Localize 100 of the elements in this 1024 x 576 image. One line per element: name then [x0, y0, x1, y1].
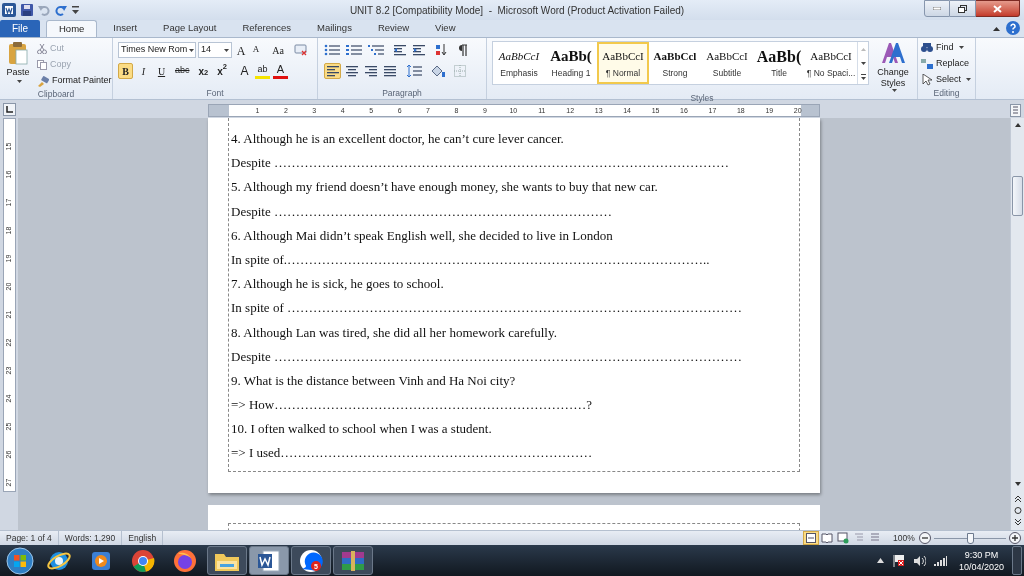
customize-caret-icon[interactable]: [72, 6, 79, 14]
numbering-icon[interactable]: [346, 44, 362, 56]
italic-button[interactable]: I: [136, 63, 151, 79]
minimize-icon: [933, 7, 941, 10]
style-preset[interactable]: AaBb( Title: [753, 42, 805, 84]
replace-button[interactable]: Replace: [921, 57, 971, 70]
ribbon-tab[interactable]: Mailings: [307, 20, 362, 37]
restore-button[interactable]: [950, 0, 976, 17]
zoom-out-icon[interactable]: [919, 532, 931, 544]
text-effects-button[interactable]: A: [237, 63, 252, 79]
font-size-field[interactable]: 14: [198, 42, 232, 58]
style-preset[interactable]: AaBbCcI ¶ Normal: [597, 42, 649, 84]
style-preset[interactable]: AaBbCcl Strong: [649, 42, 701, 84]
bullets-icon[interactable]: [324, 44, 340, 56]
collapse-ribbon-icon[interactable]: [993, 27, 1000, 31]
ribbon-tab[interactable]: Review: [367, 20, 420, 37]
redo-icon[interactable]: [55, 4, 67, 16]
align-left-button[interactable]: [324, 63, 341, 79]
bold-button[interactable]: B: [118, 63, 133, 79]
document-line: => How………………………………………………………………?: [230, 396, 593, 415]
word-logo-icon[interactable]: [2, 3, 16, 17]
zoom-slider[interactable]: [934, 532, 1006, 544]
taskbar-button[interactable]: [249, 546, 289, 575]
underline-button[interactable]: U: [154, 63, 169, 79]
style-name: Heading 1: [551, 66, 591, 80]
ribbon-tab[interactable]: Page Layout: [153, 20, 227, 37]
group-label: Clipboard: [37, 87, 75, 101]
file-tab[interactable]: File: [0, 20, 40, 37]
document-line: 4. Although he is an excellent doctor, he can’t cure lever cancer.: [230, 130, 565, 148]
find-button[interactable]: Find: [921, 41, 971, 54]
document-line: 10. I often walked to school when I was a student.: [230, 420, 493, 439]
select-button[interactable]: Select: [921, 73, 971, 86]
document-line: Despite ………………………………………………………………………………………………: [230, 347, 743, 366]
multilevel-list-icon[interactable]: [368, 44, 384, 56]
line-spacing-icon[interactable]: [406, 65, 422, 77]
tab-stop-selector[interactable]: [2, 103, 16, 116]
style-name: ¶ No Spaci...: [807, 66, 855, 80]
style-preset[interactable]: AaBb( Heading 1: [545, 42, 597, 84]
close-button[interactable]: [976, 0, 1020, 17]
style-preset[interactable]: AaBbCcI ¶ No Spaci...: [805, 42, 857, 84]
ribbon-tab[interactable]: View: [425, 20, 466, 37]
style-preview: AaBbCcI: [498, 49, 540, 65]
styles-icon: [881, 41, 905, 65]
view-button[interactable]: [803, 531, 819, 545]
zoom-level[interactable]: 100%: [893, 531, 917, 545]
superscript-button[interactable]: x$^{2}$: [214, 63, 230, 79]
ribbon-tab[interactable]: Insert: [103, 20, 148, 37]
paste-button[interactable]: Paste: [3, 41, 33, 88]
increase-indent-icon[interactable]: [413, 44, 426, 56]
signal-icon[interactable]: [933, 555, 947, 566]
volume-icon[interactable]: [912, 554, 926, 567]
ribbon-tab[interactable]: References: [232, 20, 302, 37]
highlight-button[interactable]: ab: [255, 63, 270, 79]
zoom-in-icon[interactable]: [1009, 532, 1021, 544]
change-styles-button[interactable]: Change Styles: [873, 41, 913, 92]
group-label: Paragraph: [382, 86, 422, 100]
change-case-button[interactable]: Aa: [268, 42, 288, 58]
font-name-field[interactable]: Times New Rom: [118, 42, 196, 58]
clear-formatting-icon[interactable]: [294, 44, 308, 56]
close-icon: [993, 4, 1002, 13]
shrink-font-button[interactable]: A: [250, 42, 262, 58]
save-icon[interactable]: [21, 4, 33, 16]
ribbon-tab[interactable]: Home: [46, 20, 98, 37]
view-button[interactable]: [819, 531, 835, 545]
zoom-slider-thumb[interactable]: [966, 532, 974, 544]
grow-font-button[interactable]: A: [234, 42, 248, 58]
clock-date[interactable]: 10/04/2020: [958, 560, 1004, 573]
strikethrough-button[interactable]: abc: [172, 63, 193, 79]
sort-icon[interactable]: [436, 44, 448, 56]
scroll-thumb[interactable]: [1012, 176, 1023, 216]
view-icon: [869, 532, 881, 544]
align-icon: [383, 65, 396, 77]
decrease-indent-icon[interactable]: [394, 44, 407, 56]
align-center-button[interactable]: [343, 63, 360, 79]
view-icon: [821, 532, 833, 544]
caret-icon: [958, 46, 964, 49]
subscript-button[interactable]: x$_{2}$: [195, 63, 212, 79]
document-icon: [257, 548, 281, 573]
style-preset[interactable]: AaBbCcI Subtitle: [701, 42, 753, 84]
show-hidden-icons-icon[interactable]: [876, 558, 884, 563]
style-preset[interactable]: AaBbCcI Emphasis: [493, 42, 545, 84]
font-color-button[interactable]: A: [273, 63, 288, 79]
align-icon: [345, 65, 358, 77]
tab-stop-icon: [5, 106, 13, 113]
clipboard-icon: [8, 41, 28, 65]
style-preview: AaBb(: [550, 47, 592, 67]
view-button[interactable]: [835, 531, 851, 545]
format-painter-button[interactable]: Format Painter: [37, 74, 112, 88]
shading-icon[interactable]: [430, 65, 446, 77]
start-orb-icon: [6, 546, 34, 575]
taskbar-button[interactable]: [207, 546, 247, 575]
clock-time[interactable]: 9:30 PM: [964, 548, 999, 561]
scissors-icon: [37, 44, 47, 54]
copy-icon: [37, 60, 47, 70]
action-center-icon[interactable]: [891, 554, 905, 567]
align-justify-button[interactable]: [381, 63, 398, 79]
document-line: Despite ……………………………………………………………………………………………: [230, 154, 730, 173]
help-icon[interactable]: [1006, 21, 1020, 35]
align-right-button[interactable]: [362, 63, 379, 79]
pilcrow-icon[interactable]: [458, 44, 467, 56]
